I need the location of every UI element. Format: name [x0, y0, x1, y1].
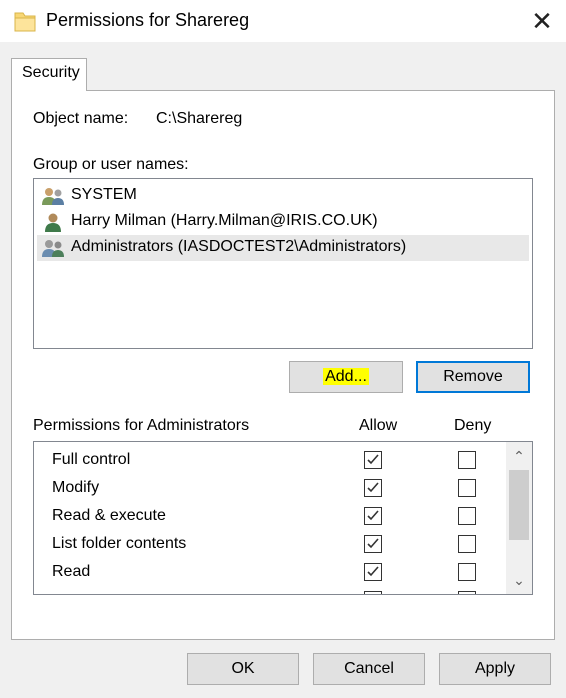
deny-checkbox[interactable]	[458, 507, 476, 525]
checkmark-icon	[367, 454, 379, 465]
users-group-icon	[42, 240, 64, 257]
user-name: SYSTEM	[71, 186, 137, 203]
user-name: Administrators (IASDOCTEST2\Administrato…	[71, 238, 407, 255]
allow-checkbox[interactable]	[364, 563, 382, 581]
permission-name: Read	[52, 563, 91, 580]
checkmark-icon	[367, 482, 379, 493]
users-group-icon	[42, 188, 64, 205]
object-name-label: Object name:	[33, 110, 129, 127]
ok-button[interactable]: OK	[187, 653, 299, 685]
allow-checkbox[interactable]	[364, 591, 382, 594]
list-item-system[interactable]: SYSTEM	[37, 183, 529, 209]
deny-checkbox[interactable]	[458, 451, 476, 469]
permissions-header: Permissions for Administrators	[33, 417, 250, 434]
remove-button[interactable]: Remove	[416, 361, 530, 393]
permission-row-full-control: Full control	[34, 447, 504, 475]
tab-security-label: Security	[22, 64, 80, 81]
allow-checkbox[interactable]	[364, 535, 382, 553]
allow-checkbox[interactable]	[364, 451, 382, 469]
deny-checkbox[interactable]	[458, 535, 476, 553]
permission-row-partial	[34, 587, 504, 594]
group-user-list[interactable]: SYSTEM Harry Milman (Harry.Milman@IRIS.C…	[33, 178, 533, 349]
deny-column-header: Deny	[454, 417, 492, 434]
apply-button[interactable]: Apply	[439, 653, 551, 685]
list-item-administrators[interactable]: Administrators (IASDOCTEST2\Administrato…	[37, 235, 529, 261]
user-name: Harry Milman (Harry.Milman@IRIS.CO.UK)	[71, 212, 378, 229]
checkmark-icon	[367, 566, 379, 577]
tab-security[interactable]: Security	[11, 58, 87, 91]
permission-name: List folder contents	[52, 535, 187, 552]
permission-row-modify: Modify	[34, 475, 504, 503]
deny-checkbox[interactable]	[458, 591, 476, 594]
add-button-label: Add...	[323, 368, 369, 385]
permission-row-list-folder-contents: List folder contents	[34, 531, 504, 559]
ok-button-label: OK	[231, 660, 255, 677]
allow-checkbox[interactable]	[364, 507, 382, 525]
deny-checkbox[interactable]	[458, 563, 476, 581]
cancel-button-label: Cancel	[344, 660, 394, 677]
remove-button-label: Remove	[443, 368, 503, 385]
permission-name: Modify	[52, 479, 100, 496]
scroll-thumb[interactable]	[509, 470, 529, 540]
title-bar: Permissions for Sharereg ✕	[0, 0, 566, 42]
permission-row-read: Read	[34, 559, 504, 587]
scroll-up-icon[interactable]: ⌃	[506, 444, 532, 468]
user-icon	[45, 213, 61, 232]
checkmark-icon	[367, 510, 379, 521]
permission-name: Full control	[52, 451, 131, 468]
folder-icon	[14, 12, 36, 32]
allow-column-header: Allow	[359, 417, 398, 434]
permissions-list: Full control Modify Read & execute List …	[33, 441, 533, 595]
permission-row-read-execute: Read & execute	[34, 503, 504, 531]
deny-checkbox[interactable]	[458, 479, 476, 497]
checkmark-icon	[367, 538, 379, 549]
permissions-scrollbar[interactable]: ⌃ ⌄	[506, 442, 532, 594]
object-name-value: C:\Sharereg	[156, 110, 243, 127]
permission-name: Read & execute	[52, 507, 166, 524]
close-button[interactable]: ✕	[520, 2, 564, 40]
close-icon: ✕	[531, 6, 553, 36]
list-item-harry-milman[interactable]: Harry Milman (Harry.Milman@IRIS.CO.UK)	[37, 209, 529, 235]
window-title: Permissions for Sharereg	[46, 10, 250, 30]
group-user-names-label: Group or user names:	[33, 156, 189, 173]
cancel-button[interactable]: Cancel	[313, 653, 425, 685]
apply-button-label: Apply	[474, 660, 516, 677]
scroll-down-icon[interactable]: ⌄	[506, 568, 532, 592]
add-button[interactable]: Add...	[289, 361, 403, 393]
allow-checkbox[interactable]	[364, 479, 382, 497]
